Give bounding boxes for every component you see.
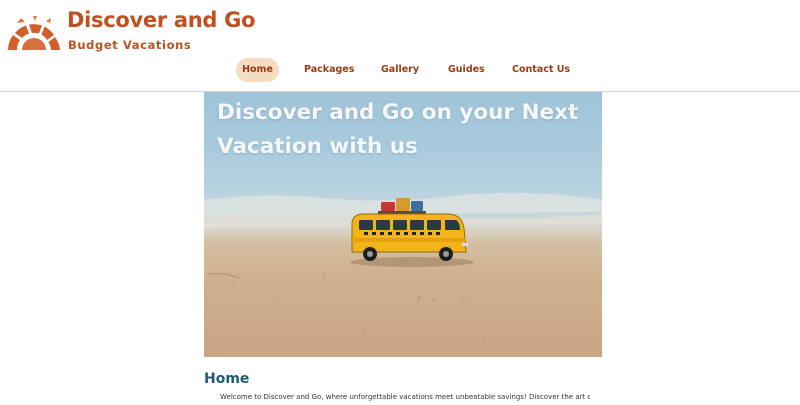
site-subtitle: Budget Vacations [68,38,192,52]
hero-heading: Discover and Go on your Next Vacation wi… [217,100,579,159]
nav-home[interactable]: Home [236,58,279,82]
hero-banner: Discover and Go on your Next Vacation wi… [204,92,602,357]
site-header: Discover and Go Budget Vacations Home Pa… [0,0,800,92]
nav-guides[interactable]: Guides [448,58,485,82]
nav-packages[interactable]: Packages [304,58,354,82]
intro-paragraph: Welcome to Discover and Go, where unforg… [220,393,590,401]
main-nav: Home Packages Gallery Guides Contact Us [0,58,800,82]
nav-gallery[interactable]: Gallery [381,58,419,82]
site-title[interactable]: Discover and Go [67,8,256,32]
nav-contact-us[interactable]: Contact Us [512,58,570,82]
section-heading: Home [204,371,250,387]
sunrise-arc-logo-icon[interactable] [6,14,62,50]
